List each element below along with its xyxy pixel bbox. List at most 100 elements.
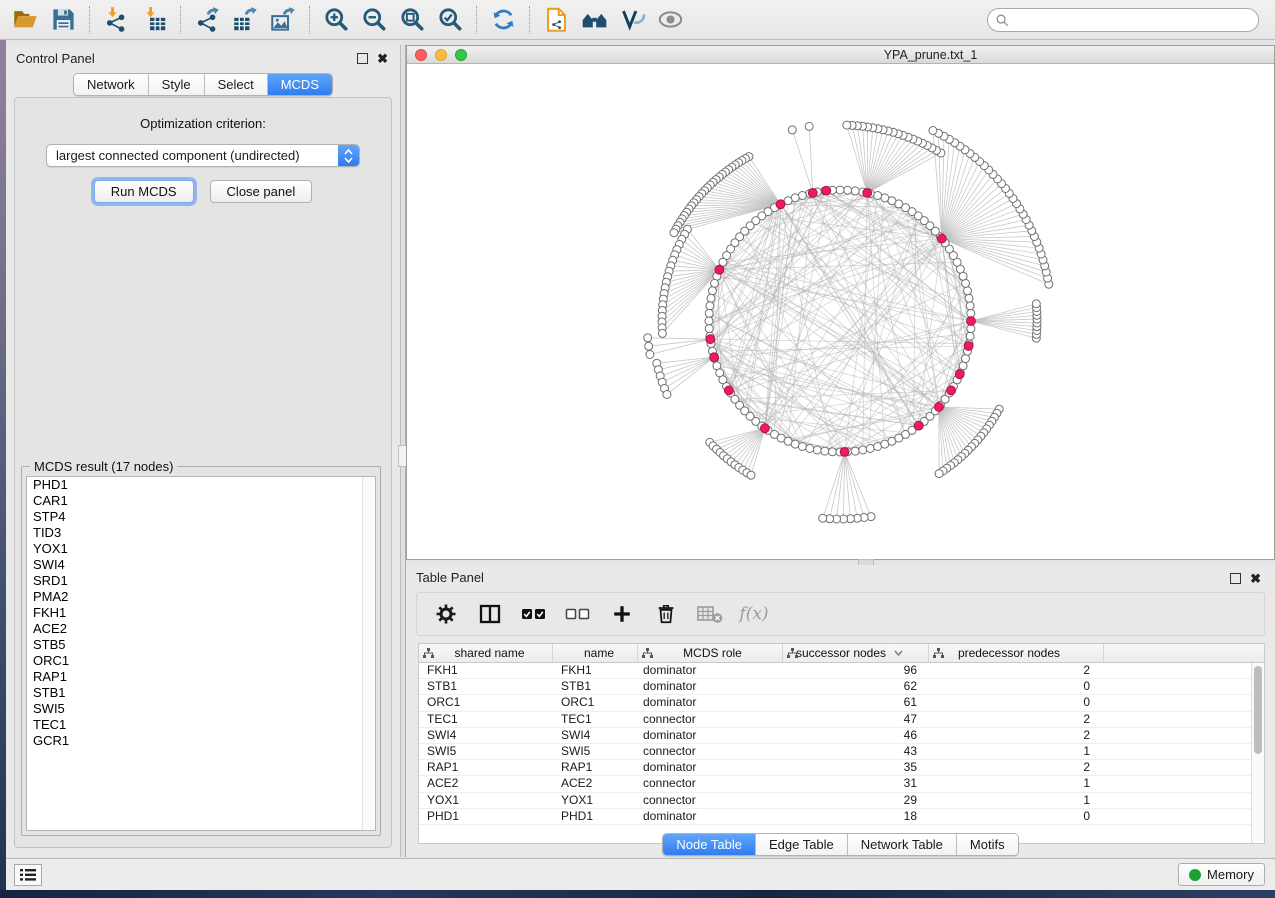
table-row[interactable]: SWI4SWI4dominator462: [419, 728, 1264, 744]
vizmapper-button[interactable]: [613, 5, 651, 35]
network-hub-node[interactable]: [964, 342, 973, 351]
table-row[interactable]: YOX1YOX1connector291: [419, 793, 1264, 809]
network-hub-node[interactable]: [863, 189, 872, 198]
task-history-button[interactable]: [14, 864, 42, 886]
network-hub-node[interactable]: [914, 421, 923, 430]
table-row[interactable]: STB1STB1dominator620: [419, 679, 1264, 695]
network-hub-node[interactable]: [937, 234, 946, 243]
mcds-result-item[interactable]: PMA2: [27, 589, 375, 605]
network-hub-node[interactable]: [822, 186, 831, 195]
save-button[interactable]: [44, 5, 82, 35]
table-tab-network-table[interactable]: Network Table: [848, 834, 957, 855]
network-hub-node[interactable]: [808, 189, 817, 198]
search-input[interactable]: [1014, 13, 1250, 28]
close-panel-action-button[interactable]: Close panel: [210, 180, 313, 203]
zoom-out-button[interactable]: [355, 5, 393, 35]
mcds-result-item[interactable]: FKH1: [27, 605, 375, 621]
network-hub-node[interactable]: [967, 317, 976, 326]
zoom-fit-button[interactable]: [393, 5, 431, 35]
float-table-panel-button[interactable]: [1230, 573, 1241, 584]
mcds-result-item[interactable]: CAR1: [27, 493, 375, 509]
float-panel-button[interactable]: [357, 53, 368, 64]
mcds-result-item[interactable]: STB1: [27, 685, 375, 701]
window-minimize-traffic-light[interactable]: [435, 49, 447, 61]
table-tab-motifs[interactable]: Motifs: [957, 834, 1018, 855]
network-hub-node[interactable]: [761, 424, 770, 433]
network-hub-node[interactable]: [725, 386, 734, 395]
table-scrollbar-thumb[interactable]: [1254, 666, 1262, 754]
mcds-result-item[interactable]: PHD1: [27, 477, 375, 493]
zoom-in-button[interactable]: [317, 5, 355, 35]
table-row[interactable]: FKH1FKH1dominator962: [419, 663, 1264, 679]
column-header-MCDS-role[interactable]: MCDS role: [638, 644, 783, 662]
column-header-predecessor-nodes[interactable]: predecessor nodes: [929, 644, 1104, 662]
mcds-result-item[interactable]: STB5: [27, 637, 375, 653]
mcds-result-item[interactable]: ORC1: [27, 653, 375, 669]
table-row[interactable]: RAP1RAP1dominator352: [419, 760, 1264, 776]
column-header-successor-nodes[interactable]: successor nodes: [783, 644, 929, 662]
export-image-button[interactable]: [264, 5, 302, 35]
import-network-button[interactable]: [97, 5, 135, 35]
tab-style[interactable]: Style: [149, 74, 205, 95]
mcds-result-item[interactable]: SWI5: [27, 701, 375, 717]
network-hub-node[interactable]: [710, 353, 719, 362]
column-layout-button[interactable]: [475, 599, 505, 629]
tab-network[interactable]: Network: [74, 74, 149, 95]
mcds-result-item[interactable]: SWI4: [27, 557, 375, 573]
run-mcds-button[interactable]: Run MCDS: [94, 180, 194, 203]
network-hub-node[interactable]: [935, 403, 944, 412]
delete-column-button[interactable]: [651, 599, 681, 629]
network-hub-node[interactable]: [840, 448, 849, 457]
add-column-button[interactable]: [607, 599, 637, 629]
search-network-button[interactable]: [575, 5, 613, 35]
tab-select[interactable]: Select: [205, 74, 268, 95]
network-canvas[interactable]: [407, 64, 1274, 559]
mcds-result-item[interactable]: SRD1: [27, 573, 375, 589]
select-all-checkboxes-button[interactable]: [519, 599, 549, 629]
column-header-shared-name[interactable]: shared name: [419, 644, 553, 662]
close-table-panel-button[interactable]: ✖: [1250, 573, 1261, 584]
export-table-button[interactable]: [226, 5, 264, 35]
mcds-result-item[interactable]: TEC1: [27, 717, 375, 733]
open-folder-button[interactable]: [6, 5, 44, 35]
table-tab-node-table[interactable]: Node Table: [663, 834, 756, 855]
export-network-button[interactable]: [188, 5, 226, 35]
network-hub-node[interactable]: [955, 370, 964, 379]
table-row[interactable]: ACE2ACE2connector311: [419, 776, 1264, 792]
memory-button[interactable]: Memory: [1178, 863, 1265, 886]
mcds-result-item[interactable]: RAP1: [27, 669, 375, 685]
close-panel-button[interactable]: ✖: [377, 53, 388, 64]
table-scrollbar[interactable]: [1251, 663, 1264, 843]
table-row[interactable]: ORC1ORC1dominator610: [419, 695, 1264, 711]
zoom-selected-button[interactable]: [431, 5, 469, 35]
mcds-result-item[interactable]: TID3: [27, 525, 375, 541]
table-cell: YOX1: [553, 793, 638, 808]
window-zoom-traffic-light[interactable]: [455, 49, 467, 61]
mcds-result-item[interactable]: YOX1: [27, 541, 375, 557]
table-row[interactable]: TEC1TEC1connector472: [419, 712, 1264, 728]
import-table-button[interactable]: [135, 5, 173, 35]
settings-gear-button[interactable]: [431, 599, 461, 629]
criterion-dropdown[interactable]: largest connected component (undirected): [46, 144, 360, 167]
mcds-result-item[interactable]: ACE2: [27, 621, 375, 637]
search-box[interactable]: [987, 8, 1259, 32]
network-hub-node[interactable]: [776, 200, 785, 209]
show-graphics-button[interactable]: [651, 5, 689, 35]
network-hub-node[interactable]: [706, 335, 715, 344]
table-row[interactable]: PHD1PHD1dominator180: [419, 809, 1264, 825]
mcds-result-item[interactable]: STP4: [27, 509, 375, 525]
column-header-name[interactable]: name: [553, 644, 638, 662]
tab-mcds[interactable]: MCDS: [268, 74, 332, 95]
deselect-all-checkboxes-button[interactable]: [563, 599, 593, 629]
mcds-list-scrollbar[interactable]: [362, 477, 375, 830]
refresh-button[interactable]: [484, 5, 522, 35]
network-hub-node[interactable]: [947, 386, 956, 395]
table-row[interactable]: SWI5SWI5connector431: [419, 744, 1264, 760]
window-close-traffic-light[interactable]: [415, 49, 427, 61]
network-hub-node[interactable]: [715, 265, 724, 274]
mcds-result-item[interactable]: GCR1: [27, 733, 375, 749]
table-tab-edge-table[interactable]: Edge Table: [756, 834, 848, 855]
table-cell: FKH1: [419, 663, 553, 678]
mcds-result-list[interactable]: PHD1CAR1STP4TID3YOX1SWI4SRD1PMA2FKH1ACE2…: [26, 476, 376, 831]
share-document-button[interactable]: [537, 5, 575, 35]
